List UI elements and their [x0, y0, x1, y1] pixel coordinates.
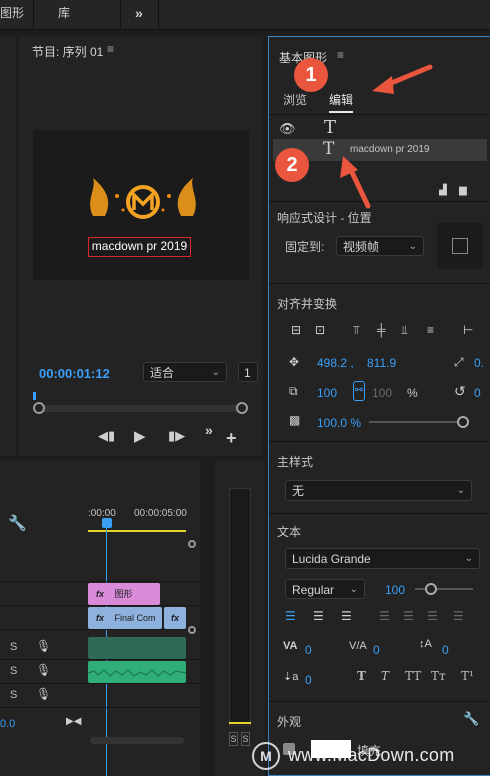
- watermark: M www.MacDown.com: [252, 738, 490, 776]
- annotation-overlay: [340, 64, 433, 209]
- watermark-logo-icon: M: [252, 742, 280, 770]
- step-marker-1: 1: [294, 58, 328, 92]
- step-marker-2: 2: [275, 148, 309, 182]
- watermark-text: www.MacDown.com: [288, 745, 455, 765]
